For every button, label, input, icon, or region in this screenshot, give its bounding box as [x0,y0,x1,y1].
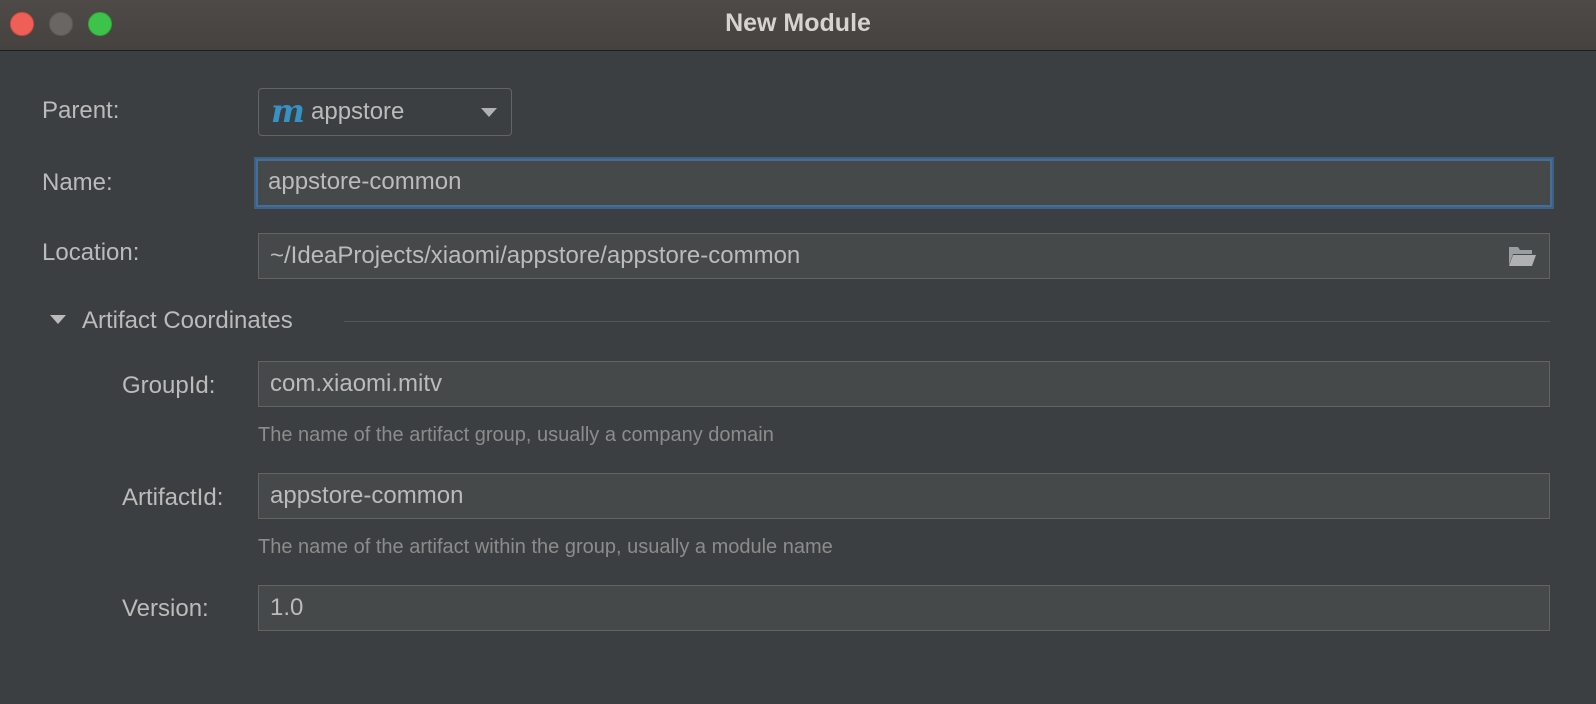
new-module-dialog: New Module Parent: m appstore Name: apps… [0,0,1596,704]
groupid-input[interactable]: com.xiaomi.mitv [258,361,1550,407]
location-input[interactable]: ~/IdeaProjects/xiaomi/appstore/appstore-… [258,233,1550,279]
name-input[interactable]: appstore-common [256,159,1552,207]
version-input[interactable]: 1.0 [258,585,1550,631]
chevron-down-icon [481,108,497,117]
groupid-label: GroupId: [122,372,216,399]
parent-label: Parent: [42,97,120,124]
location-label: Location: [42,239,140,266]
location-input-value: ~/IdeaProjects/xiaomi/appstore/appstore-… [270,242,801,269]
parent-dropdown-value: appstore [311,98,405,125]
artifactid-input[interactable]: appstore-common [258,473,1550,519]
artifact-coordinates-title[interactable]: Artifact Coordinates [82,306,293,336]
version-label: Version: [122,595,209,622]
window-title: New Module [725,9,871,37]
maven-module-icon: m [271,92,305,130]
name-label: Name: [42,169,113,196]
artifactid-hint: The name of the artifact within the grou… [258,536,833,558]
title-bar[interactable]: New Module [0,0,1596,51]
collapse-triangle-icon[interactable] [50,315,66,324]
section-divider [344,321,1550,322]
folder-open-icon[interactable] [1507,244,1537,268]
artifactid-label: ArtifactId: [122,484,224,511]
parent-dropdown[interactable]: m appstore [258,88,512,136]
groupid-hint: The name of the artifact group, usually … [258,424,774,446]
